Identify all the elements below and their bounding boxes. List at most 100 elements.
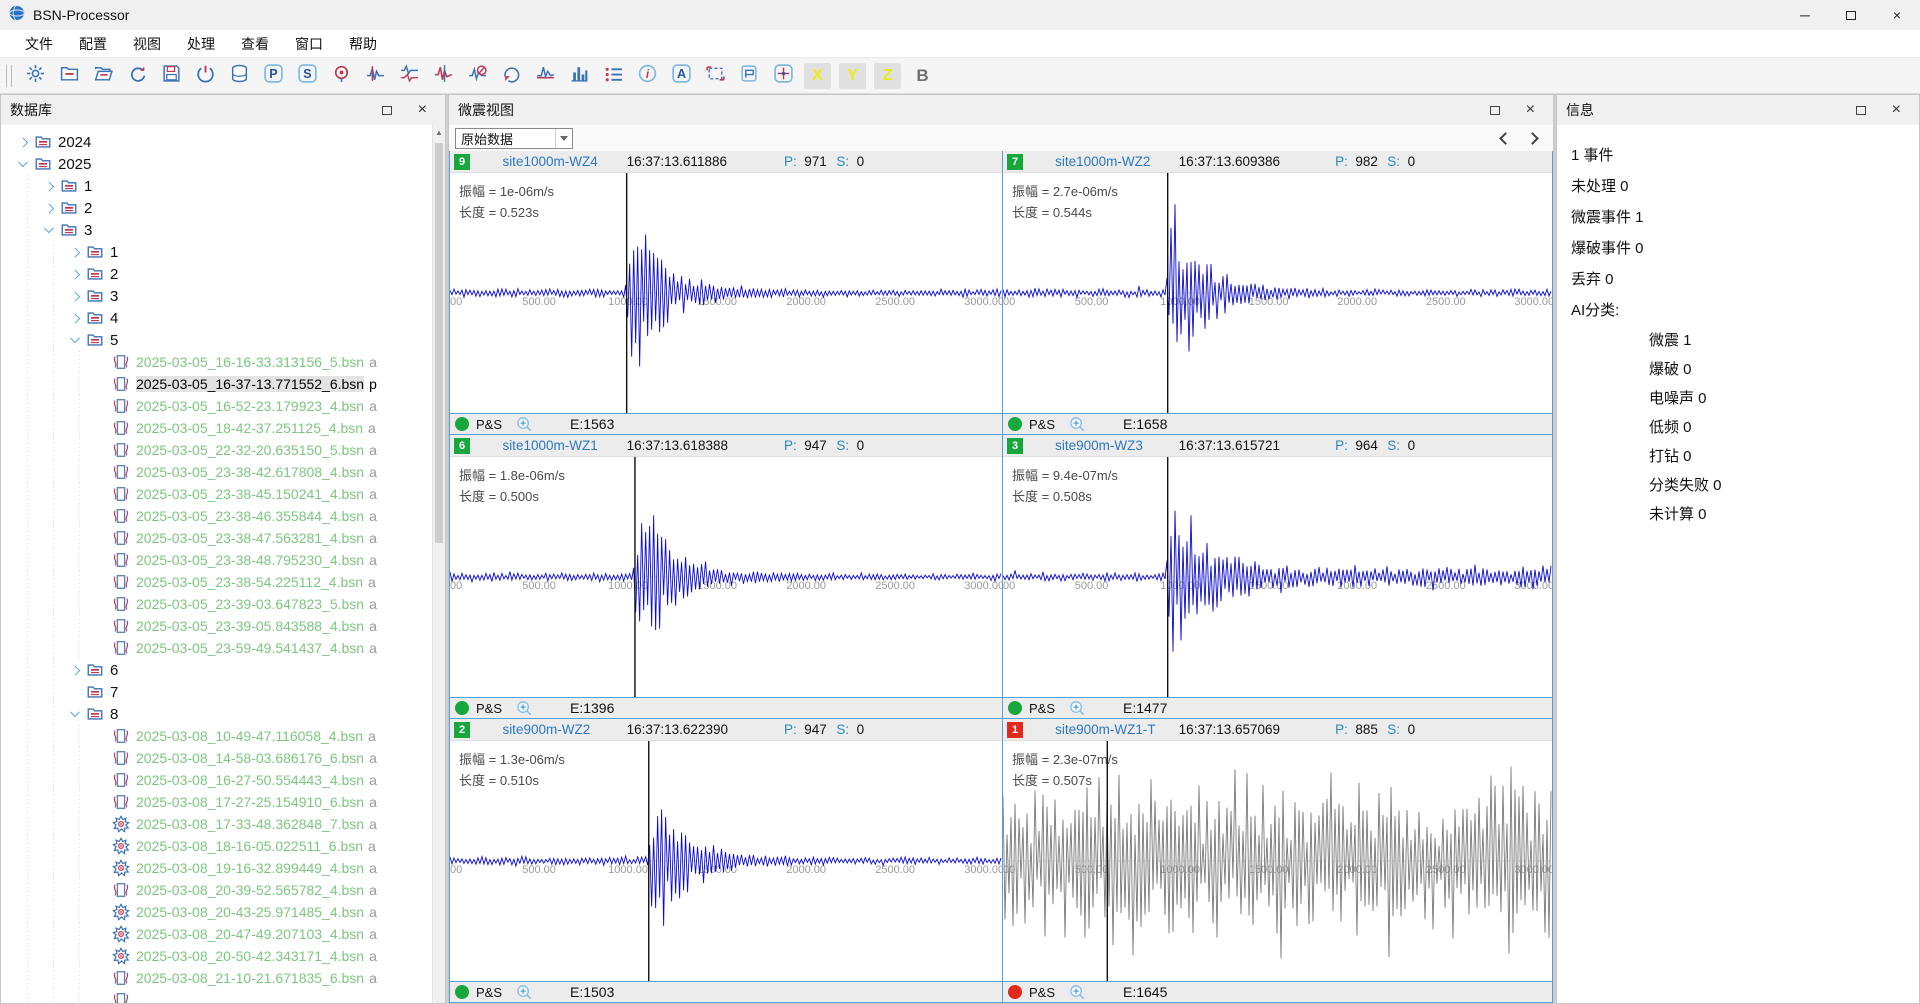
tree-folder[interactable]: 2 xyxy=(1,197,445,219)
expander-icon[interactable] xyxy=(67,307,85,329)
tree-file[interactable]: 2025-03-08_17-27-25.154910_6.bsna xyxy=(1,791,445,813)
zoom-in-icon[interactable] xyxy=(1069,416,1086,433)
menu-item-4[interactable]: 处理 xyxy=(174,30,228,58)
prev-event-button[interactable] xyxy=(1499,132,1512,145)
toolbar-wave-double-button[interactable] xyxy=(394,62,424,90)
toolbar-power-timer-button[interactable] xyxy=(190,62,220,90)
expander-icon[interactable] xyxy=(67,329,85,351)
expander-icon[interactable] xyxy=(67,263,85,285)
tree-folder[interactable]: 1 xyxy=(1,241,445,263)
database-panel-float-button[interactable] xyxy=(382,106,392,115)
tree-file[interactable]: 2025-03-05_22-32-20.635150_5.bsna xyxy=(1,439,445,461)
tree-file[interactable]: 2025-03-08_16-27-50.554443_4.bsna xyxy=(1,769,445,791)
tree-folder[interactable]: 2 xyxy=(1,263,445,285)
tree-file[interactable]: 2025-03-08_20-47-49.207103_4.bsna xyxy=(1,923,445,945)
tree-file[interactable]: 2025-03-05_23-39-05.843588_4.bsna xyxy=(1,615,445,637)
expander-icon[interactable] xyxy=(41,175,59,197)
toolbar-database-button[interactable] xyxy=(224,62,254,90)
toolbar-wave-cancel-button[interactable] xyxy=(462,62,492,90)
zoom-in-icon[interactable] xyxy=(1069,700,1086,717)
database-panel-close-button[interactable]: × xyxy=(418,105,427,115)
toolbar-info-circle-button[interactable]: i xyxy=(632,62,662,90)
tree-folder[interactable]: 7 xyxy=(1,681,445,703)
scroll-thumb[interactable] xyxy=(435,143,443,543)
toolbar-p-marker-button[interactable]: P xyxy=(258,62,288,90)
waveform-panel-float-button[interactable] xyxy=(1490,106,1500,115)
tree-folder[interactable]: 2024 xyxy=(1,131,445,153)
toolbar-flag-page-button[interactable] xyxy=(734,62,764,90)
menu-item-3[interactable]: 视图 xyxy=(120,30,174,58)
tree-folder[interactable]: 8 xyxy=(1,703,445,725)
tree-file[interactable]: 2025-03-05_23-38-48.795230_4.bsna xyxy=(1,549,445,571)
toolbar-s-marker-button[interactable]: S xyxy=(292,62,322,90)
tree-folder[interactable]: 5 xyxy=(1,329,445,351)
expander-icon[interactable] xyxy=(67,659,85,681)
expander-icon[interactable] xyxy=(15,153,33,175)
toolbar-wave-single-button[interactable] xyxy=(360,62,390,90)
tree-file[interactable]: 2025-03-05_23-39-03.647823_5.bsna xyxy=(1,593,445,615)
menu-item-7[interactable]: 帮助 xyxy=(336,30,390,58)
tree-file[interactable]: 2025-03-08_14-58-03.686176_6.bsna xyxy=(1,747,445,769)
tree-file[interactable]: 2025-03-08_20-39-52.565782_4.bsna xyxy=(1,879,445,901)
window-minimize-button[interactable]: ─ xyxy=(1782,0,1828,30)
toolbar-open-folder-button[interactable] xyxy=(88,62,118,90)
tree-file[interactable]: 2025-03-05_23-38-42.617808_4.bsna xyxy=(1,461,445,483)
waveform-plot[interactable]: 00500.001000.001500.002000.002500.003000… xyxy=(450,173,1002,413)
toolbar-settings-gear-button[interactable] xyxy=(20,62,50,90)
menu-item-6[interactable]: 窗口 xyxy=(282,30,336,58)
tree-folder[interactable]: 3 xyxy=(1,285,445,307)
tree-file[interactable]: 2025-03-08_21-10-21.671835_6.bsna xyxy=(1,967,445,989)
zoom-in-icon[interactable] xyxy=(516,416,533,433)
tree-file[interactable]: 2025-03-08_19-16-32.899449_4.bsna xyxy=(1,857,445,879)
tree-file[interactable]: 2025-03-05_16-16-33.313156_5.bsna xyxy=(1,351,445,373)
tree-file[interactable]: 2025-03-08_17-33-48.362848_7.bsna xyxy=(1,813,445,835)
toolbar-crosshair-button[interactable] xyxy=(768,62,798,90)
info-panel-float-button[interactable] xyxy=(1856,106,1866,115)
toolbar-bold-toggle[interactable]: B xyxy=(909,63,936,89)
tree-file[interactable]: 2025-03-08_20-43-25.971485_4.bsna xyxy=(1,901,445,923)
expander-icon[interactable] xyxy=(67,703,85,725)
toolbar-axis-y-toggle[interactable]: Y xyxy=(839,63,866,89)
tree-file[interactable]: 2025-03-08_20-50-42.343171_4.bsna xyxy=(1,945,445,967)
zoom-in-icon[interactable] xyxy=(516,700,533,717)
tree-file[interactable]: 2025-03-05_16-52-23.179923_4.bsna xyxy=(1,395,445,417)
tree-folder[interactable]: 1 xyxy=(1,175,445,197)
waveform-panel-close-button[interactable]: × xyxy=(1526,105,1535,115)
tree-folder[interactable]: 6 xyxy=(1,659,445,681)
scroll-up-icon[interactable]: ▲ xyxy=(433,125,445,139)
waveform-plot[interactable]: 00500.001000.001500.002000.002500.003000… xyxy=(450,457,1002,697)
toolbar-histogram-button[interactable] xyxy=(564,62,594,90)
expander-icon[interactable] xyxy=(41,219,59,241)
zoom-in-icon[interactable] xyxy=(1069,984,1086,1001)
toolbar-location-pin-button[interactable] xyxy=(326,62,356,90)
expander-icon[interactable] xyxy=(67,285,85,307)
expander-icon[interactable] xyxy=(41,197,59,219)
window-close-button[interactable]: × xyxy=(1874,0,1920,30)
waveform-plot[interactable]: 00500.001000.001500.002000.002500.003000… xyxy=(1003,173,1552,413)
expander-icon[interactable] xyxy=(15,131,33,153)
tree-file[interactable]: 2025-03-05_18-42-37.251125_4.bsna xyxy=(1,417,445,439)
tree-file[interactable]: 2025-03-05_16-37-13.771552_6.bsnp xyxy=(1,373,445,395)
tree-file[interactable]: 2025-03-05_23-59-49.541437_4.bsna xyxy=(1,637,445,659)
info-panel-close-button[interactable]: × xyxy=(1892,105,1901,115)
toolbar-rotate-wave-button[interactable] xyxy=(496,62,526,90)
menu-item-1[interactable]: 文件 xyxy=(12,30,66,58)
toolbar-redo-arrow-button[interactable] xyxy=(122,62,152,90)
zoom-in-icon[interactable] xyxy=(516,984,533,1001)
data-mode-select[interactable]: 原始数据 xyxy=(455,128,573,149)
toolbar-save-floppy-button[interactable] xyxy=(156,62,186,90)
toolbar-new-folder-button[interactable] xyxy=(54,62,84,90)
tree-folder[interactable]: 4 xyxy=(1,307,445,329)
waveform-plot[interactable]: 00500.001000.001500.002000.002500.003000… xyxy=(1003,457,1552,697)
tree-file[interactable]: 2025-03-05_23-38-46.355844_4.bsna xyxy=(1,505,445,527)
tree-folder[interactable]: 2025 xyxy=(1,153,445,175)
window-maximize-button[interactable] xyxy=(1828,0,1874,30)
next-event-button[interactable] xyxy=(1526,132,1539,145)
tree-folder[interactable]: 3 xyxy=(1,219,445,241)
toolbar-text-label-button[interactable]: A xyxy=(666,62,696,90)
tree-file[interactable]: 2025-03-05_23-38-54.225112_4.bsna xyxy=(1,571,445,593)
tree-file[interactable]: 2025-03-08_18-16-05.022511_6.bsna xyxy=(1,835,445,857)
waveform-plot[interactable]: 00500.001000.001500.002000.002500.003000… xyxy=(1003,741,1552,981)
waveform-plot[interactable]: 00500.001000.001500.002000.002500.003000… xyxy=(450,741,1002,981)
toolbar-event-list-button[interactable] xyxy=(598,62,628,90)
